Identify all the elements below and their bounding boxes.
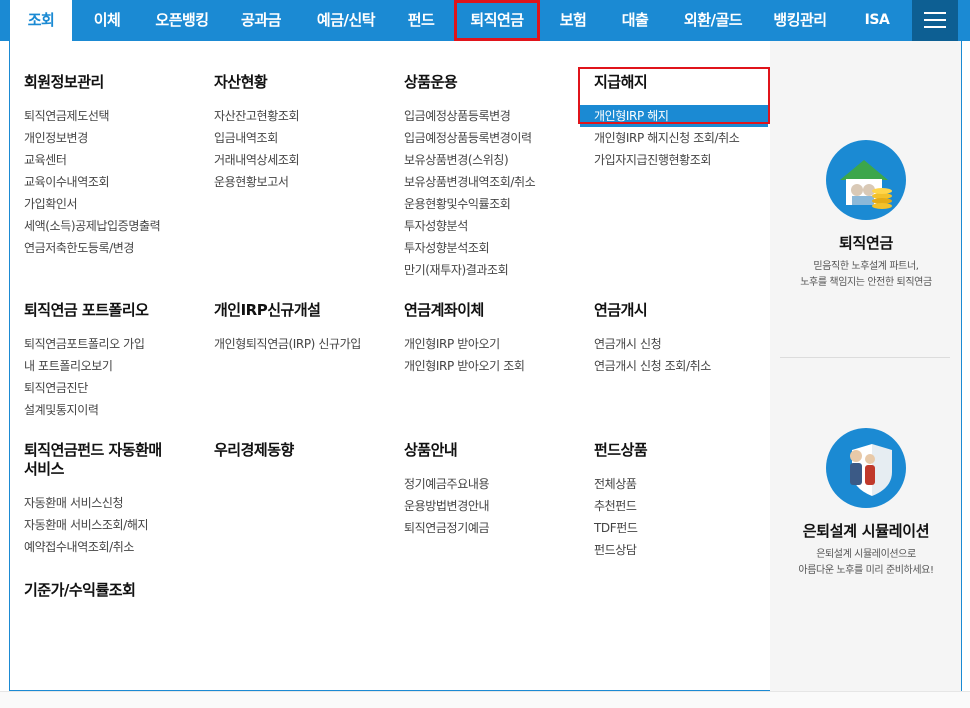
section-title[interactable]: 개인IRP신규개설 [214, 301, 394, 320]
menu-link[interactable]: 연금저축한도등록/변경 [24, 237, 204, 259]
menu-link[interactable]: 정기예금주요내용 [404, 473, 584, 495]
nav-tab-banking-management[interactable]: 뱅킹관리 [760, 0, 840, 41]
section-title[interactable]: 퇴직연금 포트폴리오 [24, 301, 204, 320]
menu-section-fund-auto-redemption: 퇴직연금펀드 자동환매서비스 자동환매 서비스신청 자동환매 서비스조회/해지 … [24, 441, 204, 558]
nav-tab-deposit-trust[interactable]: 예금/신탁 [302, 0, 390, 41]
highlight-frame [578, 67, 770, 124]
menu-link[interactable]: 세액(소득)공제납입증명출력 [24, 215, 204, 237]
promo-title: 은퇴설계 시뮬레이션 [802, 522, 930, 540]
section-title[interactable]: 상품안내 [404, 441, 584, 460]
menu-link[interactable]: 퇴직연금정기예금 [404, 517, 584, 539]
promo-retirement-pension[interactable]: 퇴직연금 믿음직한 노후설계 파트너, 노후를 책임지는 안전한 퇴직연금 [770, 140, 962, 291]
menu-link[interactable]: 입금예정상품등록변경이력 [404, 127, 584, 149]
menu-link[interactable]: 개인정보변경 [24, 127, 204, 149]
menu-section-nav-return: 기준가/수익률조회 [24, 581, 204, 613]
nav-tab-retirement-pension[interactable]: 퇴직연금 [454, 0, 540, 41]
menu-section-economic-trends: 우리경제동향 [214, 441, 394, 473]
menu-link[interactable]: 입금내역조회 [214, 127, 394, 149]
menu-link[interactable]: 교육이수내역조회 [24, 171, 204, 193]
promo-divider [780, 357, 950, 358]
house-coins-icon [826, 140, 906, 220]
menu-section-pension-start: 연금개시 연금개시 신청 연금개시 신청 조회/취소 [594, 301, 774, 377]
menu-link[interactable]: 전체상품 [594, 473, 774, 495]
promo-desc: 믿음직한 노후설계 파트너, 노후를 책임지는 안전한 퇴직연금 [800, 261, 932, 288]
menu-link[interactable]: 교육센터 [24, 149, 204, 171]
menu-link[interactable]: 개인형IRP 해지신청 조회/취소 [594, 127, 774, 149]
menu-link[interactable]: 퇴직연금진단 [24, 377, 204, 399]
hamburger-icon [924, 12, 946, 14]
menu-link[interactable]: 만기(재투자)결과조회 [404, 259, 584, 281]
menu-link[interactable]: 자동환매 서비스신청 [24, 492, 204, 514]
menu-section-member-info: 회원정보관리 퇴직연금제도선택 개인정보변경 교육센터 교육이수내역조회 가입확… [24, 73, 204, 259]
menu-section-fund-products: 펀드상품 전체상품 추천펀드 TDF펀드 펀드상담 [594, 441, 774, 561]
section-title[interactable]: 우리경제동향 [214, 441, 394, 460]
menu-section-irp-new-account: 개인IRP신규개설 개인형퇴직연금(IRP) 신규가입 [214, 301, 394, 355]
couple-shield-icon [826, 428, 906, 508]
menu-link[interactable]: 연금개시 신청 조회/취소 [594, 355, 774, 377]
menu-link[interactable]: 보유상품변경내역조회/취소 [404, 171, 584, 193]
underlying-page-strip [0, 691, 970, 708]
section-title[interactable]: 자산현황 [214, 73, 394, 92]
menu-section-portfolio: 퇴직연금 포트폴리오 퇴직연금포트폴리오 가입 내 포트폴리오보기 퇴직연금진단… [24, 301, 204, 421]
menu-link[interactable]: 설계및통지이력 [24, 399, 204, 421]
menu-link[interactable]: 가입자지급진행현황조회 [594, 149, 774, 171]
section-title[interactable]: 연금계좌이체 [404, 301, 584, 320]
section-title[interactable]: 연금개시 [594, 301, 774, 320]
menu-link[interactable]: 퇴직연금포트폴리오 가입 [24, 333, 204, 355]
menu-link[interactable]: 개인형퇴직연금(IRP) 신규가입 [214, 333, 394, 355]
menu-link[interactable]: 개인형IRP 받아오기 조회 [404, 355, 584, 377]
menu-link[interactable]: 운용현황및수익률조회 [404, 193, 584, 215]
nav-tab-isa[interactable]: ISA [846, 0, 908, 41]
menu-toggle-button[interactable] [912, 0, 958, 41]
menu-link[interactable]: 가입확인서 [24, 193, 204, 215]
nav-tab-utility[interactable]: 공과금 [228, 0, 294, 41]
promo-desc: 은퇴설계 시뮬레이션으로 아름다운 노후를 미리 준비하세요! [798, 549, 934, 576]
promo-title: 퇴직연금 [838, 234, 893, 252]
menu-link[interactable]: 연금개시 신청 [594, 333, 774, 355]
menu-link[interactable]: 운용현황보고서 [214, 171, 394, 193]
section-title[interactable]: 상품운용 [404, 73, 584, 92]
menu-section-product-info: 상품안내 정기예금주요내용 운용방법변경안내 퇴직연금정기예금 [404, 441, 584, 539]
menu-section-product-management: 상품운용 입금예정상품등록변경 입금예정상품등록변경이력 보유상품변경(스위칭)… [404, 73, 584, 281]
section-title[interactable]: 펀드상품 [594, 441, 774, 460]
section-title[interactable]: 기준가/수익률조회 [24, 581, 204, 600]
menu-link[interactable]: 퇴직연금제도선택 [24, 105, 204, 127]
promo-retirement-simulation[interactable]: 은퇴설계 시뮬레이션 은퇴설계 시뮬레이션으로 아름다운 노후를 미리 준비하세요… [770, 428, 962, 579]
menu-link[interactable]: 자산잔고현황조회 [214, 105, 394, 127]
section-title[interactable]: 퇴직연금펀드 자동환매서비스 [24, 441, 174, 479]
menu-link[interactable]: 펀드상담 [594, 539, 774, 561]
menu-link[interactable]: 입금예정상품등록변경 [404, 105, 584, 127]
section-title[interactable]: 회원정보관리 [24, 73, 204, 92]
nav-tab-loan[interactable]: 대출 [606, 0, 664, 41]
menu-link[interactable]: 거래내역상세조회 [214, 149, 394, 171]
promo-sidebar [770, 41, 962, 691]
nav-tab-fund[interactable]: 펀드 [392, 0, 450, 41]
nav-tab-open-banking[interactable]: 오픈뱅킹 [142, 0, 222, 41]
menu-section-pension-transfer: 연금계좌이체 개인형IRP 받아오기 개인형IRP 받아오기 조회 [404, 301, 584, 377]
menu-section-asset-status: 자산현황 자산잔고현황조회 입금내역조회 거래내역상세조회 운용현황보고서 [214, 73, 394, 193]
menu-link[interactable]: 자동환매 서비스조회/해지 [24, 514, 204, 536]
nav-tab-insurance[interactable]: 보험 [544, 0, 602, 41]
menu-link[interactable]: 예약접수내역조회/취소 [24, 536, 204, 558]
menu-link[interactable]: 개인형IRP 받아오기 [404, 333, 584, 355]
menu-link[interactable]: TDF펀드 [594, 517, 774, 539]
nav-tab-fx-gold[interactable]: 외환/골드 [670, 0, 756, 41]
menu-link[interactable]: 추천펀드 [594, 495, 774, 517]
nav-tab-transfer[interactable]: 이체 [78, 0, 136, 41]
menu-link[interactable]: 내 포트폴리오보기 [24, 355, 204, 377]
menu-link[interactable]: 투자성향분석 [404, 215, 584, 237]
menu-link[interactable]: 투자성향분석조회 [404, 237, 584, 259]
nav-tab-inquiry[interactable]: 조회 [9, 0, 72, 41]
menu-link[interactable]: 운용방법변경안내 [404, 495, 584, 517]
menu-link[interactable]: 보유상품변경(스위칭) [404, 149, 584, 171]
top-nav: 조회 이체 오픈뱅킹 공과금 예금/신탁 펀드 퇴직연금 보험 대출 외환/골드… [0, 0, 970, 41]
